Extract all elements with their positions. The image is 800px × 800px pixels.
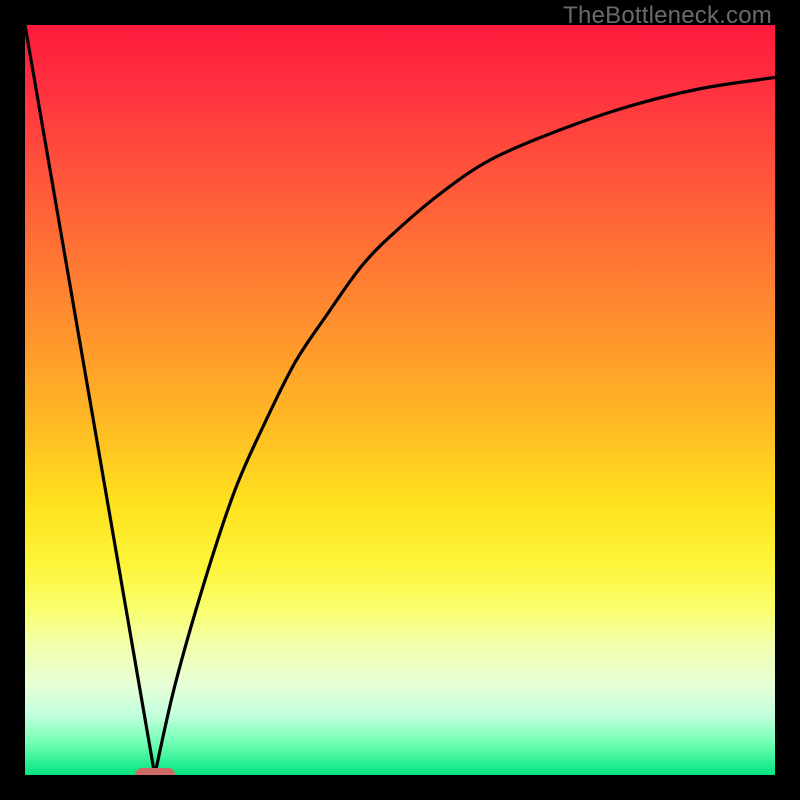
curve-layer xyxy=(25,25,775,775)
curve-right-branch xyxy=(155,78,775,776)
plot-area xyxy=(25,25,775,775)
watermark-text: TheBottleneck.com xyxy=(563,2,772,30)
curve-left-branch xyxy=(25,25,155,775)
vertex-marker xyxy=(135,768,175,775)
